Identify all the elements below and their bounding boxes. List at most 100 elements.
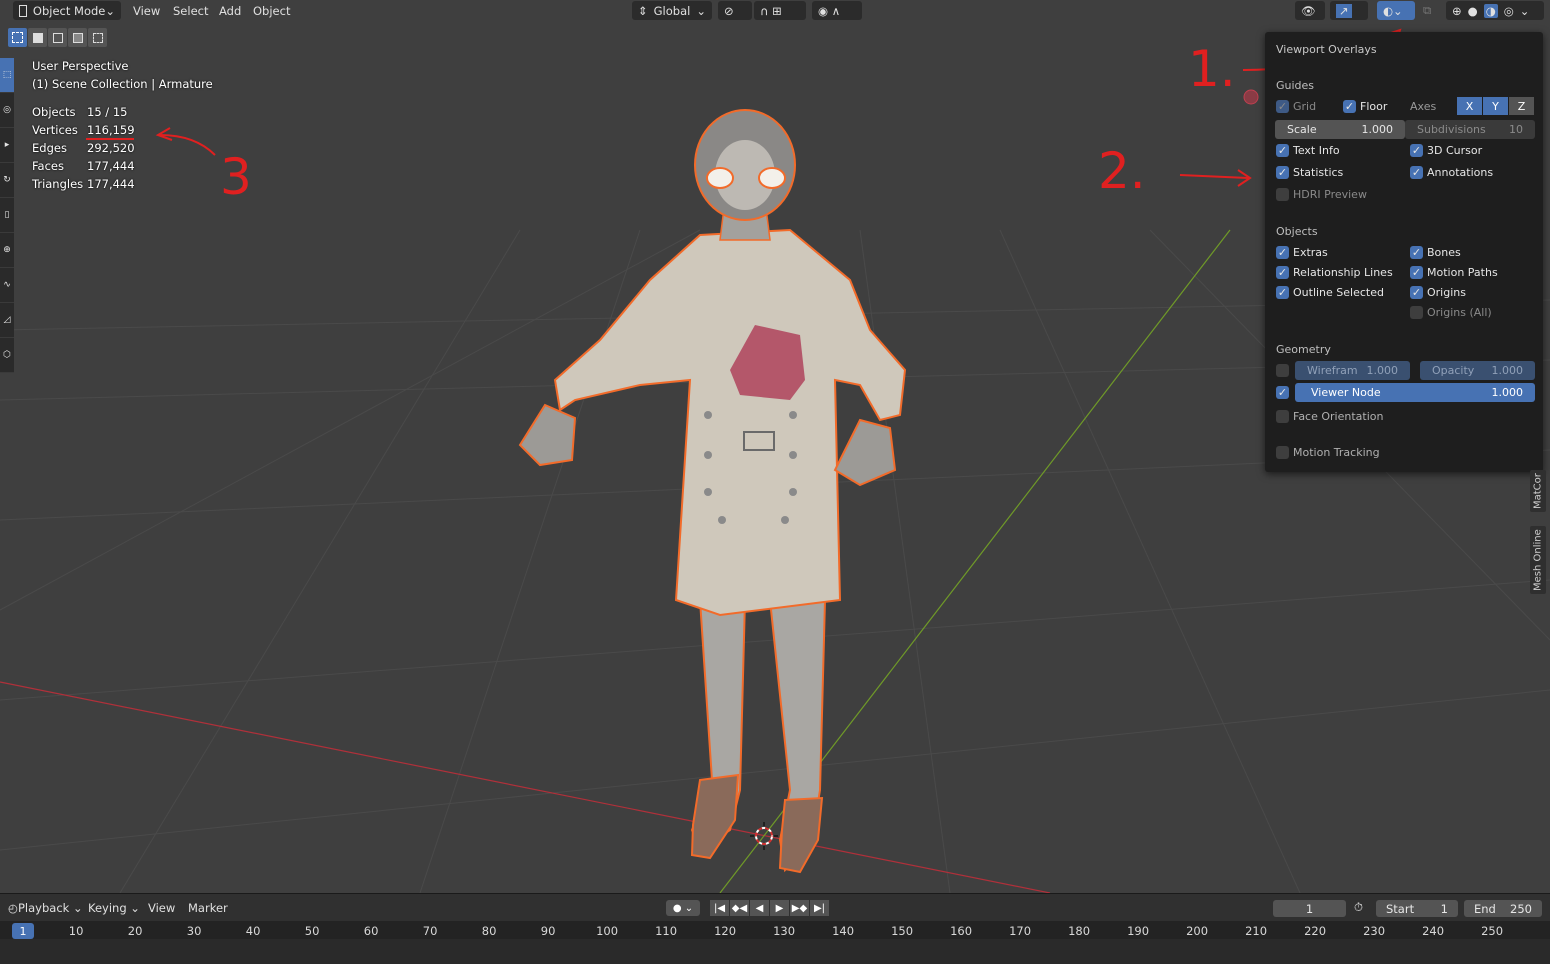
motion-paths-label: Motion Paths	[1427, 266, 1498, 279]
next-keyframe-button[interactable]: ▶◆	[790, 900, 809, 916]
extras-label: Extras	[1293, 246, 1328, 259]
opacity-field[interactable]: Opacity 1.000	[1420, 361, 1535, 380]
relationship-lines-checkbox[interactable]: ✓ Relationship Lines	[1276, 266, 1393, 279]
tool-add-cube[interactable]: ⬡	[0, 338, 14, 373]
hdri-preview-checkbox[interactable]: HDRI Preview	[1276, 188, 1367, 201]
wireframe-field[interactable]: Wirefram 1.000	[1295, 361, 1410, 380]
tool-transform[interactable]: ⊕	[0, 233, 14, 268]
statistics-overlay: Objects 15 / 15 Vertices 116,159 Edges 292,…	[32, 103, 135, 193]
menu-view[interactable]: View	[127, 1, 166, 20]
annotate-tool-icon: ∿	[3, 280, 11, 290]
timeline-header: ◴ Playback ⌄ Keying ⌄ View Marker ● ⌄ |◀…	[0, 898, 1550, 920]
overlays-toggle[interactable]: ◐⌄	[1377, 1, 1415, 20]
snap-toggle[interactable]: ∩ ⊞	[754, 1, 806, 20]
wireframe-checkbox[interactable]	[1276, 364, 1293, 377]
xray-toggle[interactable]: ⧉	[1423, 1, 1431, 20]
gizmo-toggle[interactable]: ↗	[1330, 1, 1368, 20]
subdivisions-field[interactable]: Subdivisions 10	[1405, 120, 1535, 139]
pivot-dropdown[interactable]: ⊘	[718, 1, 752, 20]
select-extend-button[interactable]	[28, 28, 47, 47]
keying-label: Keying	[88, 901, 127, 915]
tool-annotate[interactable]: ∿	[0, 268, 14, 303]
tool-measure[interactable]: ◿	[0, 303, 14, 338]
axis-z-toggle[interactable]: Z	[1509, 97, 1534, 115]
motion-tracking-checkbox[interactable]: Motion Tracking	[1276, 446, 1380, 459]
stat-value: 177,444	[87, 159, 135, 173]
tool-select-box[interactable]: ⬚	[0, 58, 14, 93]
tool-cursor[interactable]: ◎	[0, 93, 14, 128]
select-invert-button[interactable]	[68, 28, 87, 47]
select-new-button[interactable]	[8, 28, 27, 47]
visibility-dropdown[interactable]: 👁	[1295, 1, 1325, 20]
axis-x-toggle[interactable]: X	[1457, 97, 1482, 115]
viewer-node-checkbox[interactable]: ✓	[1276, 386, 1293, 399]
jump-start-button[interactable]: |◀	[710, 900, 729, 916]
frame-ruler[interactable]: 10 20 30 40 50 60 70 80 90 100 110 120 130 140 150 160 1…	[0, 921, 1550, 939]
end-frame-field[interactable]: End 250	[1464, 900, 1542, 917]
annotations-label: Annotations	[1427, 166, 1494, 179]
outline-selected-label: Outline Selected	[1293, 286, 1384, 299]
prev-keyframe-button[interactable]: ◆◀	[730, 900, 749, 916]
transform-orientation-dropdown[interactable]: ⇕ Global ⌄	[632, 1, 712, 20]
menu-view[interactable]: View	[148, 901, 175, 915]
ruler-tick: 110	[655, 924, 678, 938]
stat-value: 15 / 15	[87, 105, 128, 119]
menu-object[interactable]: Object	[247, 1, 296, 20]
current-frame-field[interactable]: 1	[1273, 900, 1346, 917]
start-frame-field[interactable]: Start 1	[1376, 900, 1458, 917]
prev-keyframe-icon: ◆◀	[731, 902, 748, 914]
face-orientation-checkbox[interactable]: Face Orientation	[1276, 410, 1383, 423]
axis-y-toggle[interactable]: Y	[1483, 97, 1508, 115]
menu-keying[interactable]: Keying ⌄	[88, 901, 140, 915]
tab-matcor[interactable]: MatCor	[1530, 470, 1546, 512]
jump-end-button[interactable]: ▶|	[810, 900, 829, 916]
annotations-checkbox[interactable]: ✓ Annotations	[1410, 166, 1493, 179]
motion-paths-checkbox[interactable]: ✓ Motion Paths	[1410, 266, 1498, 279]
statistics-label: Statistics	[1293, 166, 1344, 179]
origins-checkbox[interactable]: ✓ Origins	[1410, 286, 1466, 299]
tool-rotate[interactable]: ↻	[0, 163, 14, 198]
current-frame-indicator[interactable]: 1	[12, 923, 34, 939]
scale-field[interactable]: Scale 1.000	[1275, 120, 1405, 139]
start-value: 1	[1440, 901, 1448, 916]
proportional-editing[interactable]: ◉ ∧	[812, 1, 862, 20]
play-reverse-button[interactable]: ◀	[750, 900, 769, 916]
viewport-overlays-popover: Viewport Overlays Guides ✓ Grid ✓ Floor Ax…	[1265, 32, 1543, 472]
menu-add[interactable]: Add	[213, 1, 247, 20]
chevron-down-icon: ⌄	[130, 901, 140, 915]
tool-move[interactable]: ▸	[0, 128, 14, 163]
tab-mesh-online[interactable]: Mesh Online	[1530, 526, 1546, 594]
select-tool-icon: ⬚	[2, 70, 12, 80]
viewer-node-field[interactable]: Viewer Node 1.000	[1295, 383, 1535, 402]
3d-cursor-checkbox[interactable]: ✓ 3D Cursor	[1410, 144, 1482, 157]
statistics-checkbox[interactable]: ✓ Statistics	[1276, 166, 1343, 179]
extras-checkbox[interactable]: ✓ Extras	[1276, 246, 1328, 259]
ruler-tick: 130	[773, 924, 796, 938]
menu-marker[interactable]: Marker	[188, 901, 228, 915]
orientation-icon: ⇕	[638, 3, 648, 18]
mode-dropdown[interactable]: Object Mode ⌄	[13, 1, 121, 20]
chevron-down-icon: ⌄	[105, 3, 115, 18]
outline-selected-checkbox[interactable]: ✓ Outline Selected	[1276, 286, 1384, 299]
text-info-checkbox[interactable]: ✓ Text Info	[1276, 144, 1340, 157]
timeline-track-area[interactable]	[0, 939, 1550, 964]
autokey-toggle[interactable]: ● ⌄	[666, 900, 700, 916]
bones-checkbox[interactable]: ✓ Bones	[1410, 246, 1461, 259]
grid-checkbox[interactable]: ✓ Grid	[1276, 100, 1316, 113]
ruler-tick: 160	[950, 924, 973, 938]
ruler-tick: 10	[68, 924, 84, 938]
floor-checkbox[interactable]: ✓ Floor	[1343, 100, 1387, 113]
eye-icon: 👁	[1301, 3, 1316, 18]
check-icon: ✓	[1343, 100, 1356, 113]
3d-viewport[interactable]: 1. 2. 3 Object Mode ⌄ View Select Add Ob…	[0, 0, 1550, 893]
ruler-tick: 170	[1009, 924, 1032, 938]
tool-scale[interactable]: ▯	[0, 198, 14, 233]
menu-playback[interactable]: Playback ⌄	[18, 901, 83, 915]
menu-select[interactable]: Select	[167, 1, 214, 20]
select-subtract-button[interactable]	[48, 28, 67, 47]
play-button[interactable]: ▶	[770, 900, 789, 916]
origins-all-checkbox[interactable]: Origins (All)	[1410, 306, 1492, 319]
select-intersect-button[interactable]	[88, 28, 107, 47]
shading-modes[interactable]: ⊕ ● ◑ ◎ ⌄	[1446, 1, 1544, 20]
stopwatch-icon[interactable]: ⏱	[1354, 900, 1363, 915]
